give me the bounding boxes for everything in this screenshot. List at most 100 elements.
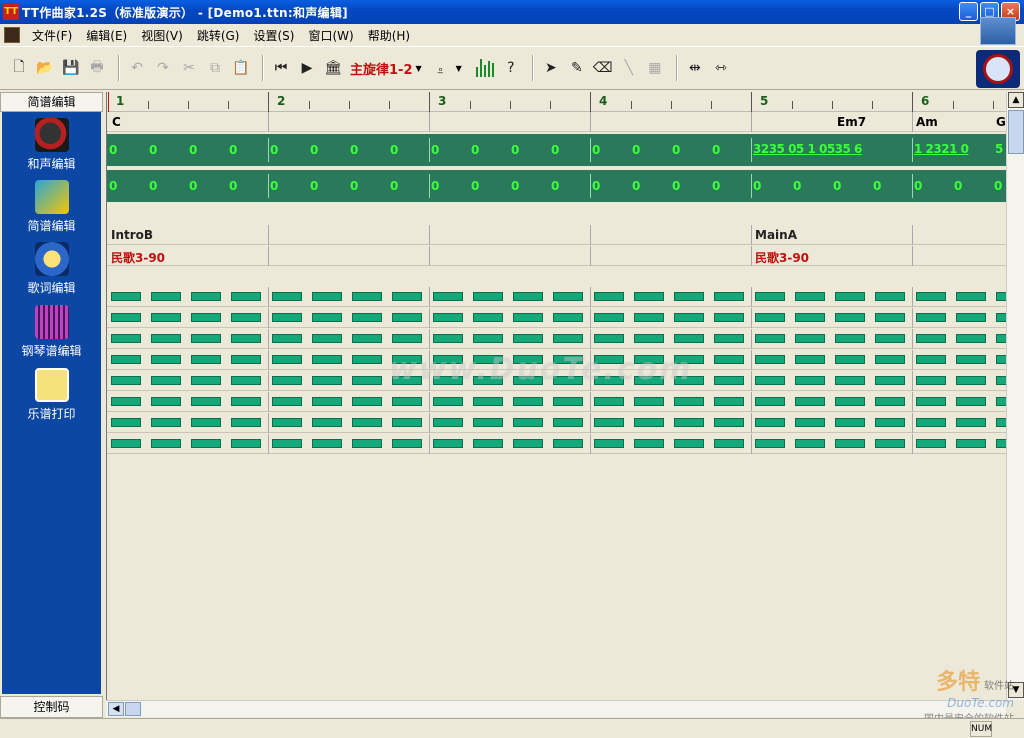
pattern-block[interactable] — [835, 355, 865, 364]
pattern-block[interactable] — [191, 313, 221, 322]
rest-note[interactable]: 0 — [149, 179, 157, 193]
pattern-block[interactable] — [594, 292, 624, 301]
pattern-block[interactable] — [553, 313, 583, 322]
menu-window[interactable]: 窗口(W) — [301, 27, 360, 44]
pattern-block[interactable] — [875, 292, 905, 301]
pattern-block[interactable] — [473, 418, 503, 427]
pattern-block[interactable] — [231, 397, 261, 406]
pattern-block[interactable] — [433, 313, 463, 322]
menu-goto[interactable]: 跳转(G) — [190, 27, 247, 44]
pattern-block[interactable] — [352, 355, 382, 364]
pattern-block[interactable] — [312, 334, 342, 343]
copy-icon[interactable]: ⧉ — [204, 57, 226, 79]
pattern-block[interactable] — [191, 334, 221, 343]
open-folder-icon[interactable]: 📂 — [34, 57, 56, 79]
pattern-block[interactable] — [956, 334, 986, 343]
pattern-block[interactable] — [231, 334, 261, 343]
pattern-block[interactable] — [674, 439, 704, 448]
pattern-block[interactable] — [392, 418, 422, 427]
vertical-scrollbar[interactable]: ▲ ▼ — [1006, 92, 1024, 700]
pattern-block[interactable] — [151, 376, 181, 385]
pattern-block[interactable] — [996, 292, 1006, 301]
pattern-block[interactable] — [553, 439, 583, 448]
scroll-up-icon[interactable]: ▲ — [1008, 92, 1024, 108]
rest-note[interactable]: 0 — [390, 179, 398, 193]
pattern-block[interactable] — [795, 439, 825, 448]
pattern-block[interactable] — [916, 292, 946, 301]
undo-icon[interactable]: ↶ — [126, 57, 148, 79]
nav-item-harmony[interactable]: 和声编辑 — [2, 118, 101, 172]
save-icon[interactable]: 💾 — [60, 57, 82, 79]
pattern-block[interactable] — [996, 355, 1006, 364]
rest-note[interactable]: 0 — [712, 179, 720, 193]
pattern-block[interactable] — [473, 439, 503, 448]
pattern-block[interactable] — [674, 313, 704, 322]
pattern-block[interactable] — [191, 355, 221, 364]
pattern-block[interactable] — [352, 397, 382, 406]
pattern-block[interactable] — [191, 376, 221, 385]
menu-view[interactable]: 视图(V) — [134, 27, 190, 44]
pattern-block[interactable] — [231, 376, 261, 385]
rest-note[interactable]: 0 — [994, 179, 1002, 193]
help-icon[interactable]: ? — [500, 57, 522, 79]
paste-icon[interactable]: 📋 — [230, 57, 252, 79]
pattern-block[interactable] — [111, 355, 141, 364]
minimize-button[interactable]: _ — [959, 2, 978, 21]
pattern-block[interactable] — [352, 313, 382, 322]
bank-icon[interactable]: 🏛 — [322, 57, 344, 79]
pattern-block[interactable] — [835, 334, 865, 343]
pattern-block[interactable] — [916, 313, 946, 322]
pattern-block[interactable] — [714, 376, 744, 385]
pattern-block[interactable] — [634, 313, 664, 322]
pattern-block[interactable] — [956, 292, 986, 301]
pattern-block[interactable] — [272, 418, 302, 427]
pattern-block[interactable] — [916, 334, 946, 343]
pattern-block[interactable] — [433, 439, 463, 448]
rest-note[interactable]: 0 — [350, 179, 358, 193]
pattern-block[interactable] — [553, 397, 583, 406]
pattern-block[interactable] — [674, 397, 704, 406]
pattern-block[interactable] — [634, 334, 664, 343]
pattern-block[interactable] — [272, 292, 302, 301]
pattern-block[interactable] — [916, 355, 946, 364]
menu-edit[interactable]: 编辑(E) — [79, 27, 134, 44]
print-icon[interactable]: 🖶 — [86, 57, 108, 79]
pattern-block[interactable] — [392, 292, 422, 301]
pattern-block[interactable] — [996, 397, 1006, 406]
pattern-block[interactable] — [553, 334, 583, 343]
pattern-block[interactable] — [392, 397, 422, 406]
pattern-block[interactable] — [191, 397, 221, 406]
pattern-block[interactable] — [956, 439, 986, 448]
style-label[interactable]: 民歌3-90 — [111, 249, 165, 266]
rest-note[interactable]: 0 — [592, 179, 600, 193]
pattern-block[interactable] — [151, 397, 181, 406]
pattern-block[interactable] — [513, 439, 543, 448]
rest-note[interactable]: 0 — [712, 143, 720, 157]
pattern-block[interactable] — [795, 418, 825, 427]
rest-note[interactable]: 0 — [672, 179, 680, 193]
pattern-block[interactable] — [191, 439, 221, 448]
nav-item-numbered[interactable]: 简谱编辑 — [2, 180, 101, 234]
pattern-block[interactable] — [875, 334, 905, 343]
rest-note[interactable]: 0 — [109, 179, 117, 193]
pattern-block[interactable] — [392, 439, 422, 448]
pattern-block[interactable] — [231, 355, 261, 364]
pattern-block[interactable] — [553, 418, 583, 427]
pattern-block[interactable] — [231, 418, 261, 427]
pattern-block[interactable] — [111, 439, 141, 448]
document-icon[interactable] — [4, 27, 20, 43]
section-label[interactable]: MainA — [755, 228, 797, 242]
new-file-icon[interactable]: 🗋 — [8, 57, 30, 79]
chevron-down-icon[interactable]: ▼ — [416, 64, 422, 73]
pattern-block[interactable] — [835, 397, 865, 406]
rest-note[interactable]: 0 — [189, 179, 197, 193]
melody-track-1[interactable]: 3235 05 1 0535 6 1 2321 0 5 0 0 0 0 0 0 0 0 0 0 0 0… — [107, 134, 1006, 166]
line-icon[interactable]: ╲ — [618, 57, 640, 79]
go-to-start-icon[interactable]: ⏮ — [270, 57, 292, 79]
horizontal-scrollbar[interactable]: ◀ — [106, 700, 1006, 717]
pattern-block[interactable] — [875, 313, 905, 322]
pattern-block[interactable] — [714, 397, 744, 406]
pattern-block[interactable] — [875, 355, 905, 364]
pencil-icon[interactable]: ✎ — [566, 57, 588, 79]
pattern-block[interactable] — [312, 313, 342, 322]
